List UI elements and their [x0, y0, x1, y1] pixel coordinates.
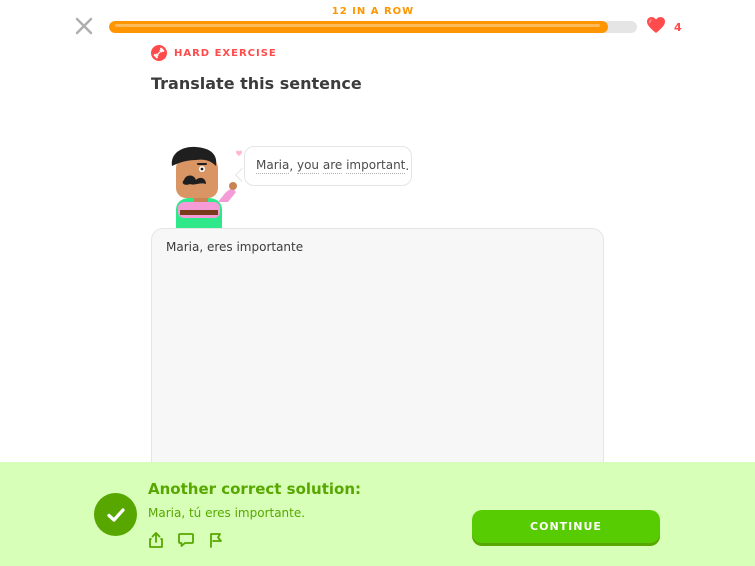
share-icon[interactable] [147, 531, 165, 549]
streak-counter: 12 IN A ROW [331, 6, 415, 17]
answer-textarea[interactable]: Maria, eres importante [151, 228, 604, 478]
checkmark-icon [94, 493, 137, 536]
result-actions [147, 531, 225, 549]
comment-icon[interactable] [177, 531, 195, 549]
hard-exercise-text: HARD EXERCISE [174, 47, 277, 59]
hard-exercise-label: HARD EXERCISE [151, 45, 277, 61]
heart-icon [646, 16, 666, 38]
hint-word-maria[interactable]: Maria [256, 158, 290, 174]
progress-bar [109, 21, 637, 33]
speech-punctuation: , [289, 159, 297, 173]
speech-punctuation: . [405, 159, 410, 173]
page-title: Translate this sentence [151, 74, 362, 93]
hearts-count: 4 [674, 20, 682, 34]
hint-word-important[interactable]: important [346, 158, 406, 174]
result-title: Another correct solution: [148, 480, 362, 498]
progress-bar-highlight [115, 24, 600, 27]
continue-button[interactable]: CONTINUE [472, 510, 660, 543]
correct-solution-text: Maria, tú eres importante. [148, 506, 306, 520]
oscar-character [166, 144, 242, 228]
hint-word-are[interactable]: are [322, 158, 343, 174]
close-icon[interactable] [72, 14, 96, 38]
dumbbell-icon [151, 45, 167, 61]
hearts-indicator: 4 [646, 16, 682, 38]
result-panel: Another correct solution: Maria, tú eres… [0, 462, 755, 566]
speech-bubble: Maria, you are important. [244, 146, 412, 186]
report-flag-icon[interactable] [207, 531, 225, 549]
hint-word-you[interactable]: you [296, 158, 320, 174]
progress-bar-fill [109, 21, 608, 33]
